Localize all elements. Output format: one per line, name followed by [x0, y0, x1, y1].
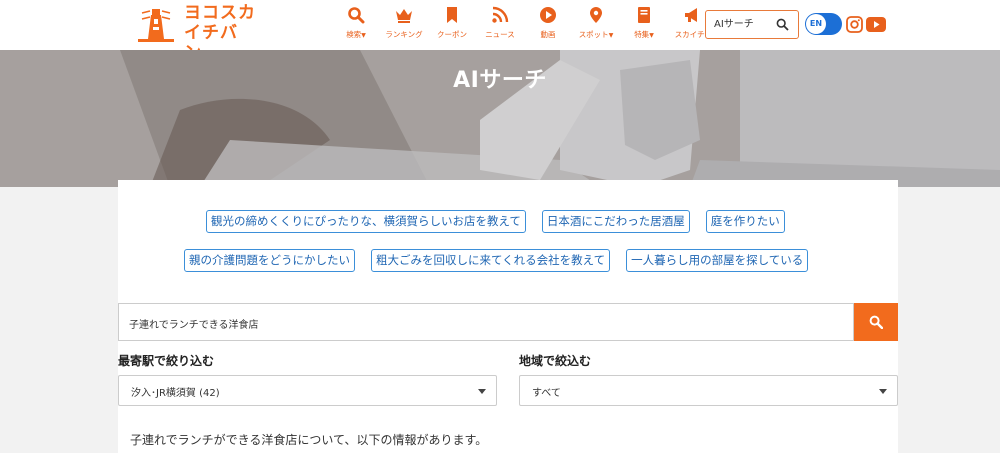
page-title: AIサーチ	[453, 68, 547, 93]
site-logo[interactable]: ヨコスカ イチバン	[132, 3, 256, 63]
station-select[interactable]: 汐入･JR横須賀 (42)	[118, 375, 497, 406]
megaphone-icon	[685, 8, 697, 22]
lighthouse-icon	[138, 9, 174, 42]
area-select-value: すべて	[532, 388, 561, 399]
language-toggle-label: EN	[806, 14, 826, 34]
language-toggle[interactable]: EN	[805, 13, 842, 35]
nav-label: スポット▼	[578, 30, 614, 39]
header-search-box	[705, 10, 799, 39]
main-nav: 検索▼ ランキング クーポン ニュース 動画 スポット▼ 特集▼ スカイチ▼	[334, 6, 714, 46]
suggestion-chip[interactable]: 観光の締めくくりにぴったりな、横須賀らしいお店を教えて	[206, 210, 526, 233]
suggestion-chip[interactable]: 粗大ごみを回収しに来てくれる会社を教えて	[371, 249, 611, 272]
nav-label: クーポン	[437, 30, 467, 39]
rss-icon	[492, 6, 509, 23]
search-icon	[348, 7, 365, 24]
area-select[interactable]: すべて	[519, 375, 898, 406]
search-icon	[869, 315, 883, 329]
ai-search-field	[118, 303, 854, 341]
suggestion-chip[interactable]: 庭を作りたい	[705, 210, 785, 233]
station-select-value: 汐入･JR横須賀 (42)	[131, 388, 220, 399]
search-icon[interactable]	[776, 18, 789, 31]
result-intro: 子連れでランチができる洋食店について、以下の情報があります。	[130, 433, 488, 447]
ai-search-input[interactable]	[129, 314, 829, 332]
area-filter-label: 地域で絞込む	[519, 354, 592, 368]
hero-banner: AIサーチ	[0, 50, 1000, 187]
ai-search-panel: 観光の締めくくりにぴったりな、横須賀らしいお店を教えて 日本酒にこだわった居酒屋…	[118, 180, 898, 453]
instagram-icon[interactable]	[846, 16, 863, 33]
dropdown-arrow-icon	[879, 389, 887, 394]
site-header: ヨコスカ イチバン 検索▼ ランキング クーポン ニュース 動画 スポット▼	[0, 0, 1000, 63]
crown-icon	[396, 9, 412, 23]
dropdown-arrow-icon	[478, 389, 486, 394]
play-icon	[540, 7, 556, 23]
nav-item-video[interactable]: 動画	[526, 6, 570, 46]
nav-item-search[interactable]: 検索▼	[334, 6, 378, 46]
logo-text-line1: ヨコスカ	[184, 3, 256, 23]
map-pin-icon	[590, 7, 602, 23]
suggestion-chip[interactable]: 日本酒にこだわった居酒屋	[541, 210, 690, 233]
youtube-icon[interactable]	[866, 17, 886, 32]
ai-search-bar	[118, 303, 898, 341]
nav-item-feature[interactable]: 特集▼	[622, 6, 666, 46]
suggestion-row-2: 親の介護問題をどうにかしたい 粗大ごみを回収しに来てくれる会社を教えて 一人暮ら…	[184, 249, 809, 272]
suggestion-chip[interactable]: 親の介護問題をどうにかしたい	[184, 249, 355, 272]
nav-label: 動画	[540, 30, 556, 39]
book-icon	[638, 7, 650, 23]
station-filter-label: 最寄駅で絞り込む	[118, 354, 215, 368]
nav-label: 検索▼	[346, 30, 366, 39]
suggestion-row-1: 観光の締めくくりにぴったりな、横須賀らしいお店を教えて 日本酒にこだわった居酒屋…	[206, 210, 785, 233]
nav-item-news[interactable]: ニュース	[478, 6, 522, 46]
nav-label: ニュース	[485, 30, 515, 39]
nav-item-coupon[interactable]: クーポン	[430, 6, 474, 46]
nav-item-ranking[interactable]: ランキング	[382, 6, 426, 46]
header-search-input[interactable]	[714, 16, 772, 33]
ai-search-button[interactable]	[854, 303, 898, 341]
suggestion-chip[interactable]: 一人暮らし用の部屋を探している	[626, 249, 809, 272]
nav-label: 特集▼	[634, 30, 654, 39]
bookmark-icon	[447, 7, 457, 23]
nav-label: ランキング	[385, 30, 423, 39]
nav-item-spot[interactable]: スポット▼	[574, 6, 618, 46]
